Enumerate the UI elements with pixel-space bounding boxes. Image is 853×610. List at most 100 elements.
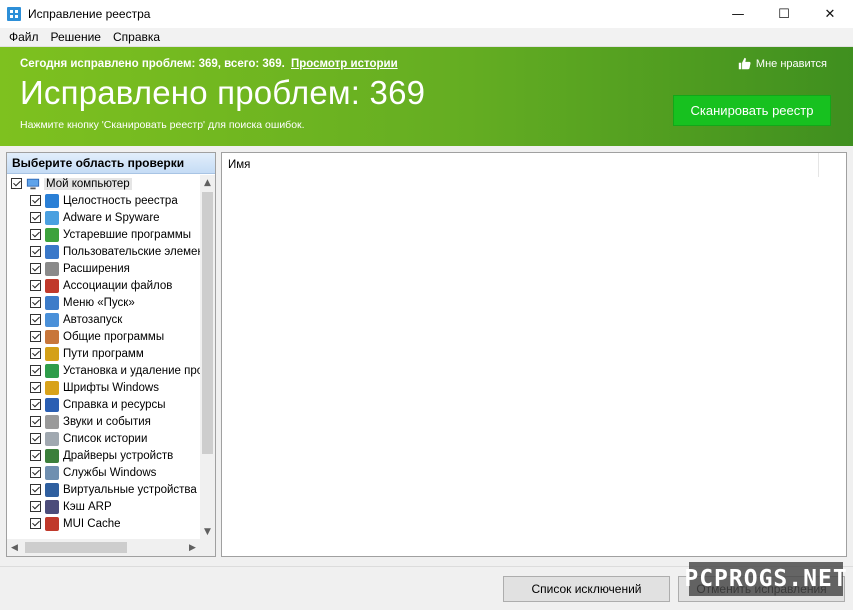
checkbox[interactable] — [30, 433, 41, 444]
tree-item-label: Общие программы — [63, 330, 165, 343]
results-panel: Имя — [221, 152, 847, 557]
tree-item[interactable]: Автозапуск — [7, 311, 200, 328]
registry-icon — [45, 193, 59, 208]
scan-hint: Нажмите кнопку 'Сканировать реестр' для … — [20, 119, 305, 131]
checkbox[interactable] — [30, 348, 41, 359]
drivers-icon — [45, 448, 59, 463]
window-controls: — ☐ ✕ — [715, 0, 853, 28]
checkbox[interactable] — [30, 263, 41, 274]
checkbox[interactable] — [30, 246, 41, 257]
close-button[interactable]: ✕ — [807, 0, 853, 28]
tree-item[interactable]: Службы Windows — [7, 464, 200, 481]
tree-item-label: Целостность реестра — [63, 194, 178, 207]
tree-item[interactable]: Кэш ARP — [7, 498, 200, 515]
fixed-summary: Сегодня исправлено проблем: 369, всего: … — [20, 58, 398, 70]
scroll-thumb[interactable] — [202, 192, 213, 454]
checkbox[interactable] — [30, 399, 41, 410]
scroll-thumb[interactable] — [25, 542, 127, 553]
scroll-down-arrow-icon[interactable]: ▼ — [200, 524, 215, 539]
tree-item[interactable]: Расширения — [7, 260, 200, 277]
checkbox[interactable] — [30, 416, 41, 427]
user-elements-icon — [45, 244, 59, 259]
tree-item[interactable]: Меню «Пуск» — [7, 294, 200, 311]
horizontal-scrollbar[interactable]: ◀ ▶ — [7, 539, 200, 556]
checkbox[interactable] — [30, 501, 41, 512]
checkbox[interactable] — [30, 297, 41, 308]
tree-item-label: Автозапуск — [63, 313, 123, 326]
scroll-up-arrow-icon[interactable]: ▲ — [200, 175, 215, 190]
menu-file[interactable]: Файл — [3, 30, 45, 44]
tree-item[interactable]: MUI Cache — [7, 515, 200, 532]
scan-area-panel: Выберите область проверки Мой компьютер … — [6, 152, 216, 557]
checkbox[interactable] — [30, 314, 41, 325]
checkbox[interactable] — [30, 365, 41, 376]
menu-solution[interactable]: Решение — [45, 30, 107, 44]
start-menu-icon — [45, 295, 59, 310]
arp-cache-icon — [45, 499, 59, 514]
tree-item[interactable]: Пути программ — [7, 345, 200, 362]
tree-item[interactable]: Виртуальные устройства — [7, 481, 200, 498]
install-uninstall-icon — [45, 363, 59, 378]
adware-icon — [45, 210, 59, 225]
tree-item-label: Драйверы устройств — [63, 449, 174, 462]
recycle-bin-icon — [45, 227, 59, 242]
tree-item-label: Службы Windows — [63, 466, 157, 479]
checkbox[interactable] — [30, 229, 41, 240]
services-icon — [45, 465, 59, 480]
tree-item[interactable]: Драйверы устройств — [7, 447, 200, 464]
autorun-icon — [45, 312, 59, 327]
tree-item-label: Пользовательские элементы — [63, 245, 200, 258]
tree-item[interactable]: Общие программы — [7, 328, 200, 345]
checkbox[interactable] — [11, 178, 22, 189]
tree-item[interactable]: Целостность реестра — [7, 192, 200, 209]
column-header-name[interactable]: Имя — [222, 153, 819, 177]
minimize-button[interactable]: — — [715, 0, 761, 28]
tree-item-label: Ассоциации файлов — [63, 279, 173, 292]
scan-registry-button[interactable]: Сканировать реестр — [673, 95, 831, 126]
vertical-scrollbar[interactable]: ▲ ▼ — [200, 175, 215, 539]
menu-help[interactable]: Справка — [107, 30, 166, 44]
tree-item[interactable]: Устаревшие программы — [7, 226, 200, 243]
tree-item-label: Кэш ARP — [63, 500, 112, 513]
tree-item[interactable]: Справка и ресурсы — [7, 396, 200, 413]
checkbox[interactable] — [30, 280, 41, 291]
extensions-icon — [45, 261, 59, 276]
tree-item-label: Устаревшие программы — [63, 228, 192, 241]
tree-item[interactable]: Ассоциации файлов — [7, 277, 200, 294]
title-bar: Исправление реестра — ☐ ✕ — [0, 0, 853, 28]
like-button[interactable]: Мне нравится — [738, 57, 827, 70]
checkbox[interactable] — [30, 195, 41, 206]
checkbox[interactable] — [30, 467, 41, 478]
checkbox[interactable] — [30, 484, 41, 495]
tree-item-my-computer[interactable]: Мой компьютер — [7, 175, 200, 192]
checkbox[interactable] — [30, 212, 41, 223]
checkbox[interactable] — [30, 450, 41, 461]
tree-item-label: Меню «Пуск» — [63, 296, 135, 309]
fonts-icon — [45, 380, 59, 395]
exclusions-list-button[interactable]: Список исключений — [503, 576, 670, 602]
maximize-button[interactable]: ☐ — [761, 0, 807, 28]
checkbox[interactable] — [30, 518, 41, 529]
tree-item[interactable]: Список истории — [7, 430, 200, 447]
scroll-left-arrow-icon[interactable]: ◀ — [7, 539, 22, 556]
scroll-right-arrow-icon[interactable]: ▶ — [185, 539, 200, 556]
tree-item[interactable]: Пользовательские элементы — [7, 243, 200, 260]
tree-item[interactable]: Шрифты Windows — [7, 379, 200, 396]
checkbox[interactable] — [30, 382, 41, 393]
scrollbar-corner — [200, 539, 215, 556]
tree-item-label: MUI Cache — [63, 517, 121, 530]
watermark: PCPROGS.NET — [684, 562, 847, 596]
history-link[interactable]: Просмотр истории — [291, 58, 398, 70]
checkbox[interactable] — [30, 331, 41, 342]
registry-app-icon — [7, 7, 21, 21]
shared-programs-icon — [45, 329, 59, 344]
tree-item[interactable]: Adware и Spyware — [7, 209, 200, 226]
tree-item[interactable]: Установка и удаление программ — [7, 362, 200, 379]
scan-area-tree: Мой компьютер Целостность реестра Adware … — [7, 175, 200, 539]
tree-item-label: Список истории — [63, 432, 148, 445]
tree-item-label: Расширения — [63, 262, 130, 275]
tree-item-label: Виртуальные устройства — [63, 483, 197, 496]
tree-item-label: Справка и ресурсы — [63, 398, 166, 411]
tree-item[interactable]: Звуки и события — [7, 413, 200, 430]
tree-item-label: Adware и Spyware — [63, 211, 160, 224]
